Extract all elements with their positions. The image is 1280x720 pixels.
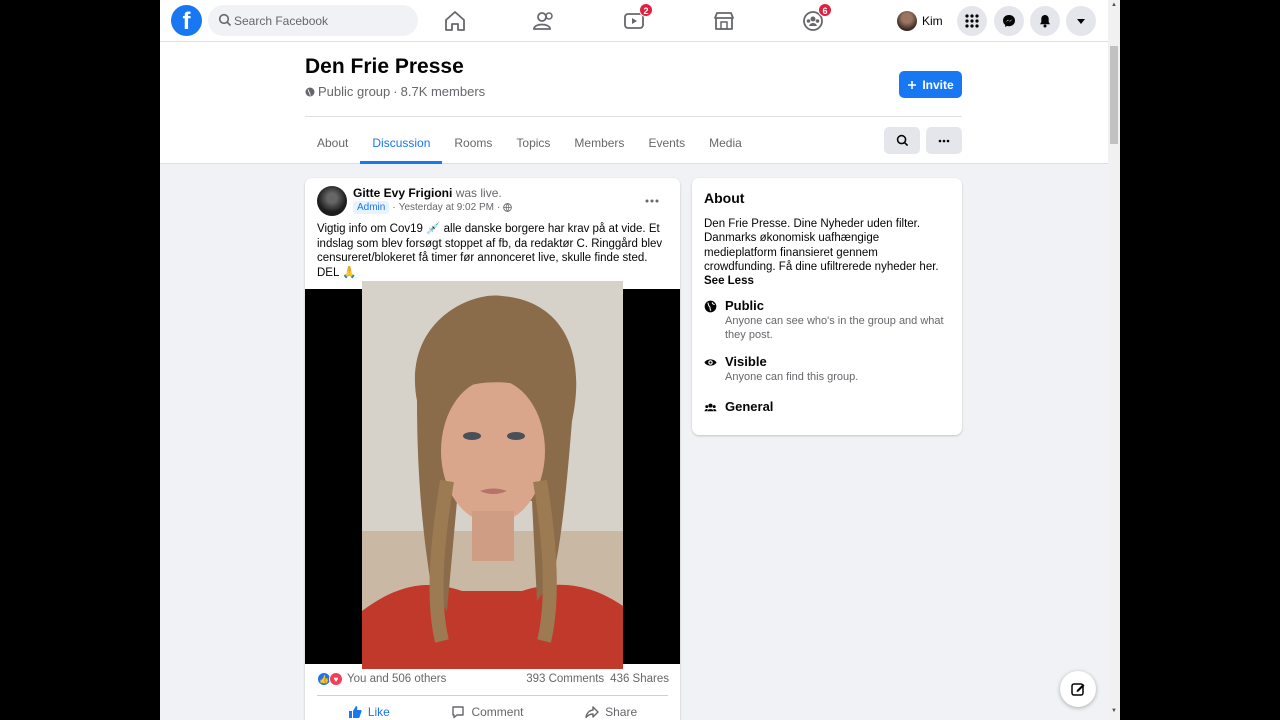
- about-description: Den Frie Presse. Dine Nyheder uden filte…: [704, 218, 939, 273]
- watch-notification-badge: 2: [639, 3, 653, 17]
- author-avatar[interactable]: [317, 186, 347, 216]
- caret-down-icon: [1077, 19, 1085, 24]
- visible-title: Visible: [725, 354, 767, 369]
- thumbs-up-icon: [348, 706, 362, 718]
- comment-icon: [452, 706, 465, 719]
- search-icon: [218, 13, 232, 27]
- page-scrollbar[interactable]: ▲ ▼: [1108, 0, 1120, 720]
- see-less-link[interactable]: See Less: [704, 275, 754, 287]
- scroll-up-arrow-icon[interactable]: ▲: [1110, 2, 1118, 10]
- post-subline: Admin · Yesterday at 9:02 PM ·: [353, 201, 513, 214]
- comment-label: Comment: [471, 705, 524, 719]
- grid-menu-icon: [965, 14, 979, 28]
- top-navigation-bar: f 2 6 Kim: [160, 0, 1108, 42]
- post-actions: Like Comment Share: [317, 700, 668, 720]
- globe-icon: [305, 87, 315, 96]
- comment-button[interactable]: Comment: [451, 700, 523, 720]
- tab-discussion[interactable]: Discussion: [360, 122, 443, 164]
- tab-media[interactable]: Media: [697, 122, 754, 164]
- bell-icon: [1040, 15, 1050, 28]
- groups-notification-badge: 6: [818, 3, 832, 17]
- author-name[interactable]: Gitte Evy Frigioni: [353, 186, 452, 200]
- post-divider: [317, 695, 668, 696]
- admin-badge: Admin: [353, 201, 390, 214]
- post-status: was live.: [455, 186, 502, 200]
- marketplace-icon[interactable]: [711, 8, 737, 34]
- live-video[interactable]: [305, 281, 680, 669]
- shares-count[interactable]: 436 Shares: [610, 673, 669, 685]
- engagement-counts: 393 Comments 436 Shares: [526, 673, 669, 685]
- share-button[interactable]: Share: [585, 700, 637, 720]
- facebook-logo-icon[interactable]: f: [171, 5, 202, 36]
- profile-link[interactable]: Kim: [897, 10, 943, 32]
- tab-rooms[interactable]: Rooms: [442, 122, 504, 164]
- invite-button[interactable]: Invite: [899, 71, 962, 98]
- like-button[interactable]: Like: [348, 700, 390, 720]
- post-text: Vigtig info om Cov19 💉 alle danske borge…: [317, 223, 663, 279]
- watch-icon[interactable]: 2: [621, 3, 653, 34]
- group-search-button[interactable]: [884, 127, 920, 154]
- post-header: Gitte Evy Frigioni was live.: [353, 186, 502, 200]
- meta-separator: ·: [393, 84, 398, 99]
- more-options-icon: [938, 139, 950, 142]
- general-title: General: [725, 399, 774, 414]
- invite-label: Invite: [922, 77, 954, 92]
- tab-events[interactable]: Events: [636, 122, 697, 164]
- group-meta: Public group · 8.7K members: [305, 84, 485, 99]
- search-icon: [896, 134, 908, 147]
- header-divider: [305, 116, 962, 117]
- profile-name: Kim: [922, 14, 943, 28]
- new-message-button[interactable]: [1060, 671, 1096, 707]
- globe-icon: [704, 300, 717, 313]
- tab-topics[interactable]: Topics: [504, 122, 562, 164]
- notifications-button[interactable]: [1030, 6, 1060, 36]
- post-timestamp[interactable]: Yesterday at 9:02 PM: [399, 202, 494, 213]
- feed-post: Gitte Evy Frigioni was live. Admin · Yes…: [305, 178, 680, 720]
- search-input[interactable]: [234, 5, 412, 36]
- menu-button[interactable]: [957, 6, 987, 36]
- love-reaction-icon: ♥: [329, 672, 343, 686]
- share-label: Share: [605, 705, 638, 719]
- tab-about[interactable]: About: [305, 122, 360, 164]
- group-tabs: About Discussion Rooms Topics Members Ev…: [305, 122, 754, 164]
- reactions-count[interactable]: You and 506 others: [347, 673, 446, 685]
- video-frame: [362, 281, 623, 669]
- friends-icon[interactable]: [531, 8, 557, 34]
- more-options-icon: [645, 199, 659, 203]
- comments-count[interactable]: 393 Comments: [526, 673, 604, 685]
- facebook-window: f 2 6 Kim: [160, 0, 1120, 720]
- compose-icon: [1071, 683, 1085, 696]
- like-label: Like: [367, 705, 390, 719]
- visible-description: Anyone can find this group.: [725, 371, 859, 383]
- messenger-icon: [1003, 15, 1015, 27]
- subline-separator: ·: [392, 202, 396, 213]
- post-options-button[interactable]: [645, 190, 659, 206]
- tab-members[interactable]: Members: [562, 122, 636, 164]
- public-title: Public: [725, 298, 765, 313]
- account-button[interactable]: [1066, 6, 1096, 36]
- scroll-down-arrow-icon[interactable]: ▼: [1110, 708, 1118, 716]
- post-reactions-bar: 👍 ♥ You and 506 others 393 Comments 436 …: [317, 672, 669, 686]
- group-header: Den Frie Presse Public group · 8.7K memb…: [160, 42, 1108, 164]
- groups-icon[interactable]: 6: [800, 3, 832, 34]
- globe-icon: [503, 203, 513, 212]
- about-title: About: [704, 190, 745, 206]
- messenger-button[interactable]: [994, 6, 1024, 36]
- group-privacy: Public group: [318, 84, 391, 99]
- about-card: About Den Frie Presse. Dine Nyheder uden…: [692, 178, 962, 435]
- share-icon: [585, 706, 599, 719]
- profile-avatar: [897, 11, 917, 31]
- group-more-button[interactable]: [926, 127, 962, 154]
- eye-icon: [704, 359, 717, 366]
- group-name[interactable]: Den Frie Presse: [305, 55, 464, 79]
- search-box[interactable]: [208, 5, 418, 36]
- subline-separator-2: ·: [496, 202, 501, 213]
- group-members-count[interactable]: 8.7K members: [401, 84, 486, 99]
- plus-icon: [908, 80, 917, 89]
- public-description: Anyone can see who's in the group and wh…: [725, 315, 944, 341]
- about-description-block: Den Frie Presse. Dine Nyheder uden filte…: [704, 217, 944, 288]
- scroll-thumb[interactable]: [1110, 46, 1118, 144]
- people-icon: [704, 403, 717, 412]
- home-icon[interactable]: [442, 8, 468, 34]
